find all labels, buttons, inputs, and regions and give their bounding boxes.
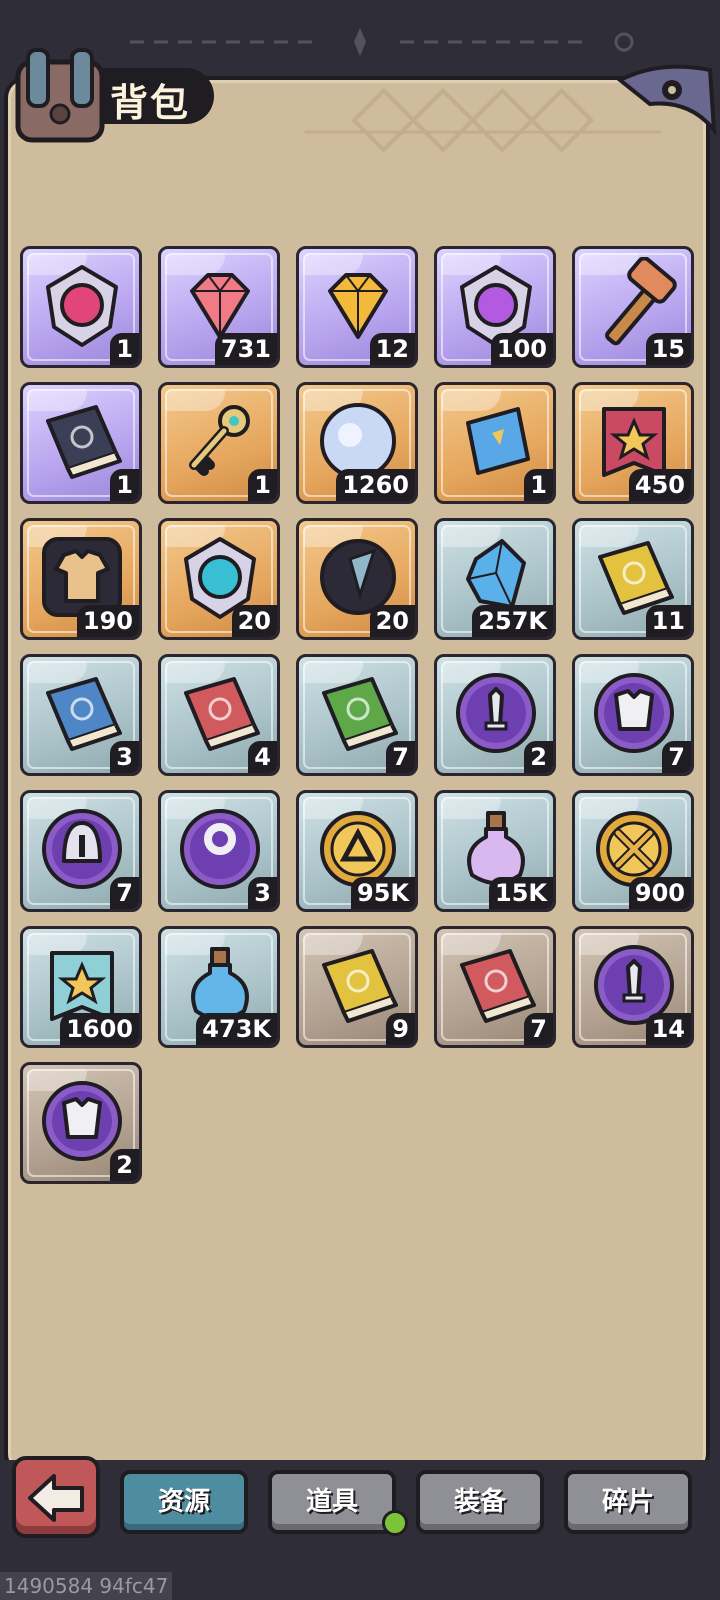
- build-id-label: 1490584 94fc47: [0, 1572, 173, 1600]
- item-slot[interactable]: 1: [20, 382, 142, 504]
- item-count: 190: [76, 605, 139, 637]
- tab-label: 资源: [157, 1487, 210, 1517]
- tab-label: 装备: [453, 1487, 506, 1517]
- item-count: 450: [628, 469, 691, 501]
- item-count: 15: [645, 333, 691, 365]
- item-count: 12: [369, 333, 415, 365]
- item-slot[interactable]: 450: [572, 382, 694, 504]
- item-count: 1600: [60, 1013, 139, 1045]
- item-count: 1260: [336, 469, 415, 501]
- item-count: 14: [645, 1013, 691, 1045]
- item-count: 900: [628, 877, 691, 909]
- item-count: 7: [662, 741, 691, 773]
- item-count: 1: [248, 469, 277, 501]
- item-slot[interactable]: 257K: [434, 518, 556, 640]
- item-slot[interactable]: 190: [20, 518, 142, 640]
- backpack-icon: [15, 48, 105, 143]
- item-count: 3: [110, 741, 139, 773]
- item-slot[interactable]: 15K: [434, 790, 556, 912]
- item-slot[interactable]: 12: [296, 246, 418, 368]
- item-count: 2: [110, 1149, 139, 1181]
- item-slot[interactable]: 7: [20, 790, 142, 912]
- item-slot[interactable]: 2: [20, 1062, 142, 1184]
- item-slot[interactable]: 15: [572, 246, 694, 368]
- item-slot[interactable]: 7: [434, 926, 556, 1048]
- item-slot[interactable]: 20: [158, 518, 280, 640]
- item-grid: 1 731 12 100 15 1 1 1260 1 450 190 20 20 257K 11 3 4 7 2 7 7…: [20, 246, 700, 1184]
- item-count: 4: [248, 741, 277, 773]
- item-count: 2: [524, 741, 553, 773]
- tab-equipment[interactable]: 装备: [416, 1470, 544, 1534]
- tab-fragments[interactable]: 碎片: [564, 1470, 692, 1534]
- item-count: 7: [110, 877, 139, 909]
- item-slot[interactable]: 11: [572, 518, 694, 640]
- item-slot[interactable]: 1: [20, 246, 142, 368]
- item-slot[interactable]: 1: [158, 382, 280, 504]
- page-header: 背包: [8, 44, 218, 143]
- item-count: 9: [386, 1013, 415, 1045]
- item-slot[interactable]: 731: [158, 246, 280, 368]
- item-slot[interactable]: 20: [296, 518, 418, 640]
- item-count: 473K: [196, 1013, 277, 1045]
- page-title: 背包: [110, 81, 191, 125]
- tab-resources[interactable]: 资源: [120, 1470, 248, 1534]
- item-count: 7: [386, 741, 415, 773]
- item-count: 15K: [489, 877, 553, 909]
- item-count: 100: [490, 333, 553, 365]
- item-count: 7: [524, 1013, 553, 1045]
- back-arrow-icon: [28, 1474, 84, 1522]
- item-slot[interactable]: 1: [434, 382, 556, 504]
- item-slot[interactable]: 1600: [20, 926, 142, 1048]
- tab-label: 碎片: [601, 1487, 654, 1517]
- item-count: 1: [524, 469, 553, 501]
- item-slot[interactable]: 14: [572, 926, 694, 1048]
- item-count: 257K: [472, 605, 553, 637]
- item-slot[interactable]: 3: [158, 790, 280, 912]
- item-count: 731: [214, 333, 277, 365]
- item-count: 95K: [351, 877, 415, 909]
- corner-ornament: [616, 64, 717, 137]
- item-slot[interactable]: 1260: [296, 382, 418, 504]
- item-count: 1: [110, 469, 139, 501]
- item-slot[interactable]: 900: [572, 790, 694, 912]
- back-button[interactable]: [12, 1456, 100, 1538]
- item-slot[interactable]: 7: [572, 654, 694, 776]
- item-slot[interactable]: 473K: [158, 926, 280, 1048]
- item-count: 3: [248, 877, 277, 909]
- item-count: 11: [645, 605, 691, 637]
- item-slot[interactable]: 4: [158, 654, 280, 776]
- item-slot[interactable]: 95K: [296, 790, 418, 912]
- item-count: 1: [110, 333, 139, 365]
- item-count: 20: [231, 605, 277, 637]
- item-slot[interactable]: 3: [20, 654, 142, 776]
- item-count: 20: [369, 605, 415, 637]
- item-slot[interactable]: 7: [296, 654, 418, 776]
- notification-dot: [382, 1510, 408, 1536]
- tab-label: 道具: [305, 1487, 358, 1517]
- item-slot[interactable]: 2: [434, 654, 556, 776]
- item-slot[interactable]: 100: [434, 246, 556, 368]
- tab-items[interactable]: 道具: [268, 1470, 396, 1534]
- item-slot[interactable]: 9: [296, 926, 418, 1048]
